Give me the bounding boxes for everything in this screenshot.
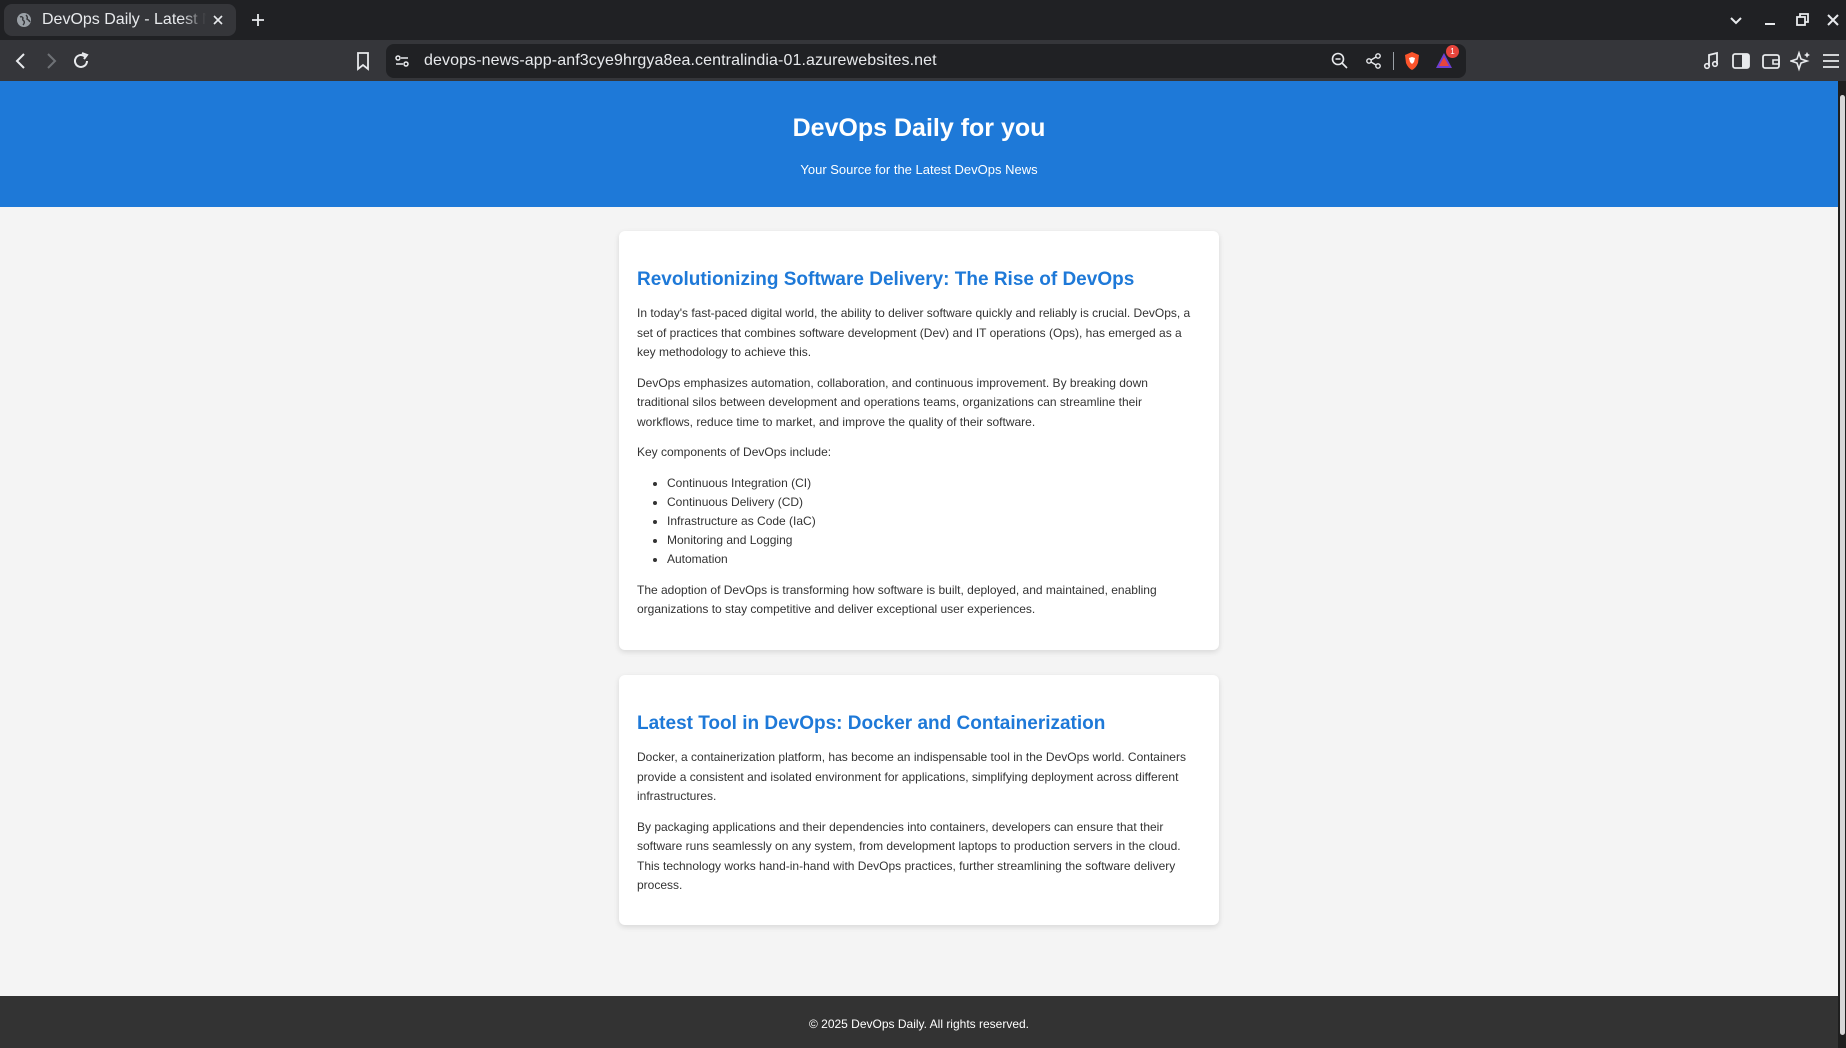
brave-shields-icon[interactable] [1402, 51, 1422, 71]
forward-icon[interactable] [40, 50, 62, 72]
article-paragraph: The adoption of DevOps is transforming h… [637, 582, 1157, 617]
share-icon[interactable] [1364, 51, 1384, 71]
article-paragraph: Docker, a containerization platform, has… [637, 750, 1186, 803]
address-bar[interactable]: devops-news-app-anf3cye9hrgya8ea.central… [386, 44, 1466, 78]
list-item: Continuous Delivery (CD) [667, 493, 1201, 512]
tab-strip: DevOps Daily - Latest News [0, 0, 1846, 40]
list-item: Automation [667, 550, 1201, 569]
minimize-icon[interactable] [1760, 10, 1780, 30]
restore-icon[interactable] [1792, 10, 1812, 30]
scrollbar-thumb[interactable] [1840, 95, 1845, 1035]
article-paragraph: By packaging applications and their depe… [637, 819, 1181, 893]
bookmark-icon[interactable] [352, 50, 374, 72]
browser-toolbar: devops-news-app-anf3cye9hrgya8ea.central… [0, 40, 1846, 81]
article-card: Revolutionizing Software Delivery: The R… [619, 231, 1219, 650]
globe-icon [17, 13, 31, 27]
site-header: DevOps Daily for you Your Source for the… [0, 81, 1838, 207]
devops-components-list: Continuous Integration (CI) Continuous D… [667, 474, 1201, 570]
tab-list-chevron-icon[interactable] [1726, 10, 1746, 30]
url-text[interactable]: devops-news-app-anf3cye9hrgya8ea.central… [424, 52, 937, 70]
article-paragraph: In today's fast-paced digital world, the… [637, 306, 1191, 359]
site-tagline: Your Source for the Latest DevOps News [800, 162, 1038, 177]
close-window-icon[interactable] [1823, 10, 1843, 30]
site-info-icon[interactable] [392, 51, 412, 71]
browser-tab[interactable]: DevOps Daily - Latest News [4, 4, 236, 36]
menu-icon[interactable] [1820, 50, 1842, 72]
media-icon[interactable] [1700, 50, 1722, 72]
copyright-text: © 2025 DevOps Daily. All rights reserved… [808, 1017, 1030, 1031]
reload-icon[interactable] [70, 50, 92, 72]
back-icon[interactable] [10, 50, 32, 72]
article-card: Latest Tool in DevOps: Docker and Contai… [619, 675, 1219, 925]
article-title: Revolutionizing Software Delivery: The R… [637, 269, 1135, 290]
omnibox-divider [1393, 52, 1394, 70]
article-title: Latest Tool in DevOps: Docker and Contai… [637, 713, 1106, 734]
rewards-notification-badge: 1 [1446, 45, 1459, 58]
zoom-icon[interactable] [1330, 51, 1350, 71]
new-tab-icon[interactable] [248, 10, 268, 30]
site-footer: © 2025 DevOps Daily. All rights reserved… [0, 996, 1838, 1048]
tab-title: DevOps Daily - Latest News [42, 11, 206, 28]
sidebar-icon[interactable] [1730, 50, 1752, 72]
site-title: DevOps Daily for you [792, 114, 1046, 142]
close-tab-icon[interactable] [210, 12, 226, 28]
list-item: Continuous Integration (CI) [667, 474, 1201, 493]
leo-ai-icon[interactable] [1790, 50, 1812, 72]
wallet-icon[interactable] [1760, 50, 1782, 72]
article-paragraph: Key components of DevOps include: [637, 445, 832, 459]
page-viewport: DevOps Daily for you Your Source for the… [0, 81, 1838, 1048]
page-scrollbar[interactable] [1838, 81, 1846, 1048]
article-paragraph: DevOps emphasizes automation, collaborat… [637, 375, 1148, 429]
list-item: Infrastructure as Code (IaC) [667, 512, 1201, 531]
list-item: Monitoring and Logging [667, 531, 1201, 550]
